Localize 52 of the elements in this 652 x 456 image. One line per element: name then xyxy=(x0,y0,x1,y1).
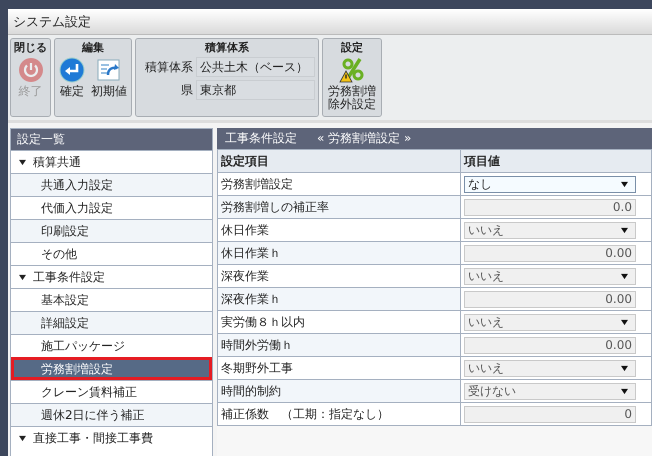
caret-icon xyxy=(621,180,628,188)
readonly-field: 公共土木（ベース） xyxy=(196,57,315,77)
expand-icon xyxy=(19,434,26,442)
group-title: 設定 xyxy=(341,40,364,55)
group-label: 工事条件設定 xyxy=(33,268,105,286)
caret-icon xyxy=(621,388,628,394)
column-header: 設定項目 xyxy=(218,150,460,172)
table-cell: 冬期野外工事 xyxy=(218,356,460,380)
caret-icon xyxy=(621,318,628,326)
table-cell: 深夜作業ｈ xyxy=(218,288,460,310)
window-title: システム設定 xyxy=(13,14,91,30)
table-cell: 補正係数 （工期：指定なし） xyxy=(218,402,460,426)
table-cell: 休日作業ｈ xyxy=(218,242,460,264)
expand-icon xyxy=(19,274,26,280)
caret-icon xyxy=(621,364,628,372)
caret-icon xyxy=(621,272,628,280)
table-cell: 労務割増設定 xyxy=(218,172,460,196)
panel-title: 工事条件設定 xyxy=(225,130,297,147)
column-header: 項目値 xyxy=(460,150,652,172)
table-cell: 労務割増しの補正率 xyxy=(218,196,460,218)
group-title: 閉じる xyxy=(14,40,47,55)
toolbar-button[interactable]: 初期値 xyxy=(90,55,128,100)
enter-icon xyxy=(59,57,85,83)
caret-icon xyxy=(621,226,628,234)
table-cell: 休日作業 xyxy=(218,218,460,242)
toolbar-button[interactable]: 労務割増除外設定 xyxy=(326,55,378,113)
group-label: 積算共通 xyxy=(33,154,81,170)
sidebar-header: 設定一覧 xyxy=(11,129,212,150)
group-title: 積算体系 xyxy=(205,40,249,55)
tree-item[interactable]: その他 xyxy=(11,242,212,265)
table-cell: 実労働８ｈ以内 xyxy=(218,310,460,334)
tree-item[interactable]: 詳細設定 xyxy=(11,311,212,334)
power-icon xyxy=(18,57,44,83)
group-title: 編集 xyxy=(82,40,104,55)
field-label: 積算体系 xyxy=(144,58,193,76)
group-label: 直接工事・間接工事費 xyxy=(33,430,153,446)
expand-icon xyxy=(19,158,26,166)
toolbar-button[interactable]: 確定 xyxy=(58,55,86,100)
table-cell: 深夜作業 xyxy=(218,264,460,288)
percent-warning-icon xyxy=(339,57,366,83)
tree-group[interactable]: 工事条件設定 xyxy=(11,265,212,288)
readonly-field: 東京都 xyxy=(196,80,315,100)
tree-item[interactable]: 印刷設定 xyxy=(11,219,212,242)
tree-item[interactable]: 共通入力設定 xyxy=(11,173,212,196)
tree-group[interactable]: 直接工事・間接工事費 xyxy=(11,426,212,449)
dropdown[interactable]: なし xyxy=(464,176,636,192)
table-cell: 時間外労働ｈ xyxy=(218,334,460,356)
tree-item[interactable]: 週休2日に伴う補正 xyxy=(11,403,212,426)
tree-item[interactable]: 労務割増設定 xyxy=(11,357,212,380)
panel-subtitle: « 労務割増設定 » xyxy=(317,130,412,147)
table-cell: 時間的制約 xyxy=(218,380,460,402)
field-label: 県 xyxy=(180,82,193,98)
